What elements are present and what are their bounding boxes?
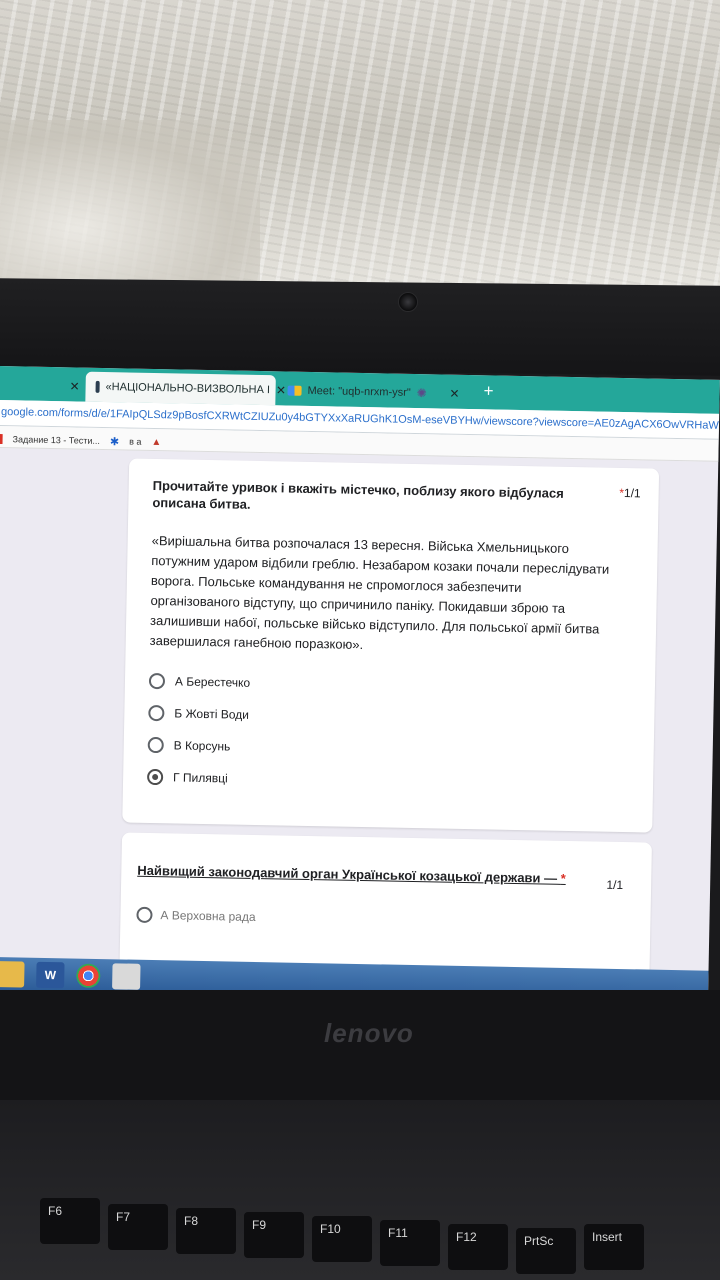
- answer-option[interactable]: А Верховна рада: [136, 906, 256, 925]
- form-content: Прочитайте уривок і вкажіть містечко, по…: [0, 448, 718, 1005]
- question-passage: «Вирішальна битва розпочалася 13 вересня…: [149, 532, 610, 653]
- required-mark: *: [560, 870, 566, 886]
- file-explorer-icon[interactable]: [0, 961, 25, 988]
- question-title: Прочитайте уривок і вкажіть містечко, по…: [152, 477, 564, 512]
- meet-favicon-icon: [287, 385, 302, 396]
- question-points: *1/1: [619, 485, 641, 501]
- bookmark-puzzle-icon[interactable]: ✱: [110, 435, 119, 448]
- tab-forms-active[interactable]: «НАЦІОНАЛЬНО-ВИЗВОЛЬНА І ✕: [85, 371, 286, 406]
- radio-button[interactable]: [148, 704, 165, 722]
- question-title: Найвищий законодавчий орган Української …: [137, 862, 566, 886]
- bookmark-marker-icon: [0, 433, 3, 445]
- answer-option[interactable]: Б Жовті Води: [148, 704, 249, 723]
- tab-label: Meet: "uqb-nrxm-ysr": [307, 384, 411, 399]
- recording-icon: ✺: [416, 386, 427, 401]
- curtain-fold: [0, 120, 260, 300]
- key-insert: Insert: [584, 1224, 644, 1270]
- radio-button-checked[interactable]: [146, 768, 164, 786]
- bookmark-item[interactable]: Задание 13 - Тести...: [13, 434, 101, 446]
- key-f10: F10: [312, 1216, 372, 1262]
- laptop-screen: ✕ «НАЦІОНАЛЬНО-ВИЗВОЛЬНА І ✕ Meet: "uqb-…: [0, 366, 720, 1005]
- laptop-bezel-top: [0, 278, 720, 376]
- chrome-icon[interactable]: [76, 963, 101, 989]
- answer-option[interactable]: А Берестечко: [148, 672, 250, 691]
- key-prtsc: PrtSc: [516, 1228, 576, 1274]
- answer-option[interactable]: В Корсунь: [147, 736, 231, 755]
- radio-button[interactable]: [148, 672, 166, 690]
- radio-button[interactable]: [147, 736, 164, 754]
- drive-icon[interactable]: ▲: [151, 436, 161, 447]
- tab-previous[interactable]: ✕: [0, 370, 90, 402]
- answer-option-selected[interactable]: Г Пилявці: [146, 768, 228, 787]
- chrome-profile-icon[interactable]: [112, 963, 141, 990]
- word-icon[interactable]: W: [36, 961, 65, 989]
- webcam: [398, 292, 418, 312]
- key-f7: F7: [108, 1204, 168, 1250]
- key-f11: F11: [380, 1220, 440, 1266]
- new-tab-plus-icon[interactable]: +: [483, 381, 493, 401]
- tab-label: «НАЦІОНАЛЬНО-ВИЗВОЛЬНА І: [105, 381, 271, 397]
- forms-favicon-icon: [95, 380, 100, 393]
- tab-meet[interactable]: Meet: "uqb-nrxm-ysr" ✺ ✕: [277, 375, 470, 409]
- key-f9: F9: [244, 1212, 304, 1258]
- key-f8: F8: [176, 1208, 236, 1254]
- close-icon[interactable]: ✕: [69, 379, 79, 393]
- bookmark-item[interactable]: в а: [129, 436, 141, 446]
- key-f6: F6: [40, 1198, 100, 1244]
- brand-logo: lenovo: [324, 1018, 414, 1048]
- radio-button[interactable]: [136, 906, 153, 924]
- question-points: 1/1: [606, 877, 624, 893]
- key-f12: F12: [448, 1224, 508, 1270]
- question-card: Прочитайте уривок і вкажіть містечко, по…: [122, 458, 660, 833]
- close-icon[interactable]: ✕: [449, 387, 459, 401]
